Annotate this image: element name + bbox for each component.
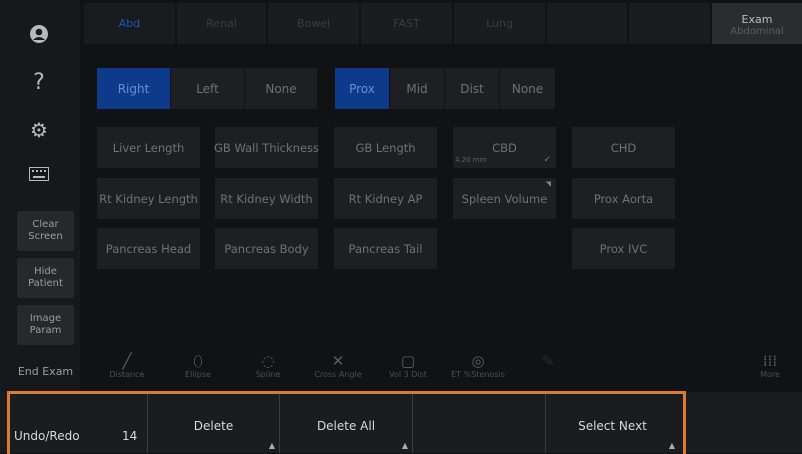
ellipse-tool[interactable]: ⬯ Ellipse [168, 352, 228, 379]
tab-lung[interactable]: Lung [454, 3, 545, 44]
et-stenosis-label: ET %Stenosis [451, 370, 505, 379]
prox-aorta-button[interactable]: Prox Aorta [572, 178, 675, 219]
cbd-value: 4.20 mm [455, 156, 487, 164]
cbd-label: CBD [492, 140, 517, 155]
gb-wall-thickness-button[interactable]: GB Wall Thickness [214, 127, 319, 168]
keyboard-glyph [29, 167, 49, 181]
pancreas-body-button[interactable]: Pancreas Body [215, 228, 318, 269]
ellipse-label: Ellipse [185, 370, 211, 379]
cross-angle-icon: ✕ [331, 352, 345, 370]
spline-icon: ◌ [261, 352, 275, 370]
vol3dist-label: Vol 3 Dist [389, 370, 427, 379]
side-right-button[interactable]: Right [97, 68, 170, 109]
rt-kidney-ap-button[interactable]: Rt Kidney AP [334, 178, 437, 219]
tab-empty-1[interactable] [547, 3, 627, 44]
undo-redo-control[interactable]: Undo/Redo 14 [10, 392, 147, 453]
exam-selector[interactable]: Exam Abdominal [712, 3, 802, 44]
pos-prox-button[interactable]: Prox [335, 68, 389, 109]
keyboard-icon[interactable] [0, 166, 78, 185]
rt-kidney-length-button[interactable]: Rt Kidney Length [97, 178, 200, 219]
ellipse-icon: ⬯ [193, 352, 203, 370]
arrow-icon: ▲ [401, 441, 408, 450]
delete-button[interactable]: Delete ▲ [148, 392, 279, 453]
side-left-button[interactable]: Left [171, 68, 244, 109]
pancreas-head-button[interactable]: Pancreas Head [97, 228, 200, 269]
exam-label: Exam [741, 13, 773, 26]
user-icon[interactable] [0, 24, 78, 48]
spleen-volume-label: Spleen Volume [461, 191, 548, 206]
delete-all-button[interactable]: Delete All ▲ [280, 392, 412, 453]
vol3dist-tool[interactable]: ▢ Vol 3 Dist [378, 352, 438, 379]
gear-icon[interactable]: ⚙ [0, 118, 78, 142]
hide-patient-button[interactable]: Hide Patient [17, 258, 74, 298]
cross-angle-tool[interactable]: ✕ Cross Angle [308, 352, 368, 379]
help-icon[interactable]: ? [0, 70, 78, 95]
spline-label: Spline [255, 370, 281, 379]
corner-marker-icon: ◥ [545, 180, 551, 188]
et-stenosis-tool[interactable]: ◎ ET %Stenosis [448, 352, 508, 379]
more-tool[interactable]: ⁞⁞⁞ More [740, 352, 800, 379]
delete-all-label: Delete All [316, 419, 376, 433]
pos-dist-button[interactable]: Dist [445, 68, 499, 109]
tab-bowel[interactable]: Bowel [268, 3, 359, 44]
more-label: More [760, 370, 780, 379]
cbd-button[interactable]: CBD 4.20 mm ✓ [453, 127, 556, 168]
arrow-icon: ▲ [668, 441, 675, 450]
exam-type: Abdominal [730, 26, 784, 37]
liver-length-button[interactable]: Liver Length [97, 127, 200, 168]
undo-count: 14 [122, 429, 138, 443]
select-next-label: Select Next [578, 419, 647, 433]
chd-button[interactable]: CHD [572, 127, 675, 168]
pos-mid-button[interactable]: Mid [390, 68, 444, 109]
spleen-volume-button[interactable]: Spleen Volume ◥ [453, 178, 556, 219]
empty-softkey[interactable] [413, 392, 545, 453]
tab-fast[interactable]: FAST [361, 3, 452, 44]
side-none-button[interactable]: None [245, 68, 317, 109]
tab-empty-2[interactable] [629, 3, 710, 44]
gb-length-button[interactable]: GB Length [334, 127, 437, 168]
pencil-tool[interactable]: ✎ [518, 352, 578, 370]
cube-icon: ▢ [400, 352, 416, 370]
clear-screen-button[interactable]: Clear Screen [17, 211, 74, 251]
spline-tool[interactable]: ◌ Spline [238, 352, 298, 379]
distance-label: Distance [109, 370, 145, 379]
tab-abd[interactable]: Abd [84, 3, 175, 44]
line-icon: ╱ [122, 352, 132, 370]
cross-angle-label: Cross Angle [314, 370, 362, 379]
grid-dots-icon: ⁞⁞⁞ [762, 352, 778, 370]
delete-label: Delete [193, 419, 234, 433]
end-exam-button[interactable]: End Exam [17, 352, 74, 392]
tab-renal[interactable]: Renal [177, 3, 266, 44]
distance-tool[interactable]: ╱ Distance [97, 352, 157, 379]
undo-redo-label: Undo/Redo [14, 429, 80, 443]
select-next-button[interactable]: Select Next ▲ [546, 392, 679, 453]
rt-kidney-width-button[interactable]: Rt Kidney Width [215, 178, 318, 219]
user-glyph [30, 25, 48, 43]
prox-ivc-button[interactable]: Prox IVC [572, 228, 675, 269]
pos-none-button[interactable]: None [500, 68, 555, 109]
image-param-button[interactable]: Image Param [17, 305, 74, 345]
check-icon: ✓ [543, 155, 551, 165]
pancreas-tail-button[interactable]: Pancreas Tail [334, 228, 437, 269]
arrow-icon: ▲ [268, 441, 275, 450]
pencil-icon: ✎ [541, 352, 555, 370]
stenosis-icon: ◎ [471, 352, 485, 370]
